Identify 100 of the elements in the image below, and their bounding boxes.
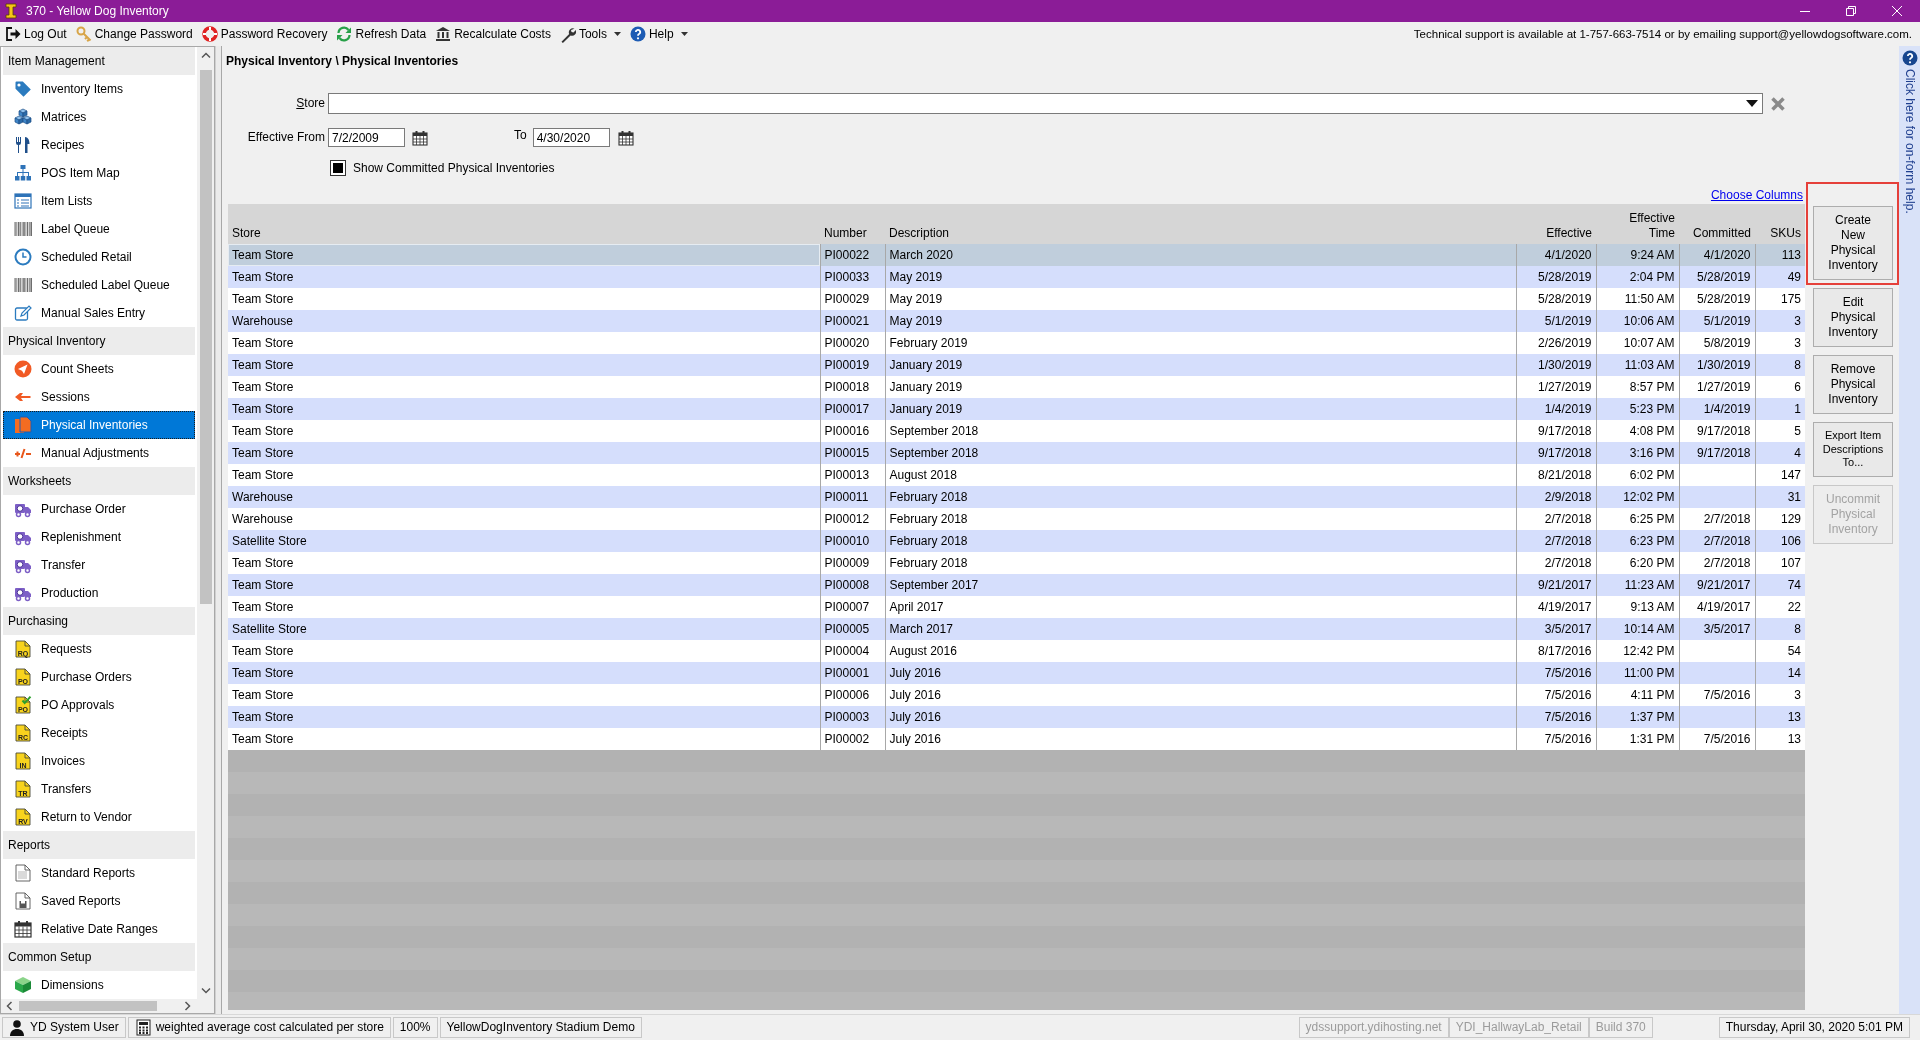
sidebar-item[interactable]: Recipes — [3, 131, 195, 159]
table-cell: July 2016 — [885, 728, 1516, 750]
table-row[interactable]: Team Store PI00008 September 2017 9/21/2017 11:23 AM 9/21/2017 74 — [228, 574, 1805, 596]
date-field[interactable]: 7/2/2009 — [328, 128, 405, 147]
table-row[interactable]: Team Store PI00016 September 2018 9/17/2018 4:08 PM 9/17/2018 5 — [228, 420, 1805, 442]
password-recovery-button[interactable]: Password Recovery — [198, 24, 331, 44]
sidebar-item[interactable]: Scheduled Label Queue — [3, 271, 195, 299]
section-header[interactable]: Reports — [3, 831, 195, 859]
help-link[interactable]: Click here for on-form help. — [1902, 69, 1917, 214]
recalculate-costs-button[interactable]: Recalculate Costs — [432, 24, 554, 44]
sidebar-item[interactable]: Transfer — [3, 551, 195, 579]
scrollbar[interactable] — [197, 47, 214, 999]
column-header[interactable]: Description — [885, 204, 1516, 244]
sidebar-item[interactable]: Physical Inventories — [3, 411, 195, 439]
chevron-right-icon[interactable] — [184, 1001, 192, 1011]
action-button[interactable]: Remove Physical Inventory — [1813, 355, 1893, 414]
calendar-icon[interactable] — [617, 129, 634, 146]
clear-icon[interactable] — [1770, 95, 1786, 112]
close-icon[interactable] — [1892, 6, 1902, 16]
sidebar-item[interactable]: Saved Reports — [3, 887, 195, 915]
column-header[interactable]: Committed — [1679, 204, 1755, 244]
sidebar-item[interactable]: Purchase Order — [3, 495, 195, 523]
date-field[interactable]: 4/30/2020 — [532, 128, 610, 147]
table-cell: Team Store — [228, 266, 820, 288]
sidebar-item[interactable]: Standard Reports — [3, 859, 195, 887]
chevron-left-icon[interactable] — [5, 1001, 13, 1011]
table-row[interactable]: Team Store PI00013 August 2018 8/21/2018 6:02 PM 147 — [228, 464, 1805, 486]
table-cell: Team Store — [228, 596, 820, 618]
hierarchy-icon — [14, 164, 32, 182]
sidebar-item[interactable]: Production — [3, 579, 195, 607]
table-row[interactable]: Team Store PI00019 January 2019 1/30/2019 11:03 AM 1/30/2019 8 — [228, 354, 1805, 376]
help-menu[interactable]: Help — [626, 24, 691, 44]
action-button[interactable]: Export Item Descriptions To... — [1813, 422, 1893, 477]
table-cell: January 2019 — [885, 398, 1516, 420]
column-header[interactable]: Effective Time — [1596, 204, 1679, 244]
log-out-button[interactable]: Log Out — [2, 24, 70, 44]
table-row[interactable]: Warehouse PI00021 May 2019 5/1/2019 10:06 AM 5/1/2019 3 — [228, 310, 1805, 332]
table-row[interactable]: Team Store PI00029 May 2019 5/28/2019 11:50 AM 5/28/2019 175 — [228, 288, 1805, 310]
table-row[interactable]: Team Store PI00004 August 2016 8/17/2016 12:42 PM 54 — [228, 640, 1805, 662]
scrollbar[interactable] — [1, 999, 214, 1013]
store-dropdown[interactable] — [328, 93, 1763, 114]
chevron-down-icon[interactable] — [200, 987, 211, 995]
table-row[interactable]: Satellite Store PI00005 March 2017 3/5/2017 10:14 AM 3/5/2017 8 — [228, 618, 1805, 640]
table-cell: 5/1/2019 — [1516, 310, 1596, 332]
cube-icon — [14, 976, 32, 994]
sidebar-item[interactable]: Manual Sales Entry — [3, 299, 195, 327]
sidebar-item[interactable]: Inventory Items — [3, 75, 195, 103]
change-password-button[interactable]: Change Password — [72, 24, 196, 44]
table-cell: January 2019 — [885, 376, 1516, 398]
sidebar-item[interactable]: Manual Adjustments — [3, 439, 195, 467]
sidebar-item[interactable]: Count Sheets — [3, 355, 195, 383]
table-row[interactable]: Team Store PI00003 July 2016 7/5/2016 1:37 PM 13 — [228, 706, 1805, 728]
sidebar-item[interactable]: Replenishment — [3, 523, 195, 551]
table-row[interactable]: Team Store PI00001 July 2016 7/5/2016 11:00 PM 14 — [228, 662, 1805, 684]
table-row[interactable]: Team Store PI00015 September 2018 9/17/2018 3:16 PM 9/17/2018 4 — [228, 442, 1805, 464]
table-row[interactable]: Satellite Store PI00010 February 2018 2/7/2018 6:23 PM 2/7/2018 106 — [228, 530, 1805, 552]
column-header[interactable]: Store — [228, 204, 820, 244]
table-cell: 10:14 AM — [1596, 618, 1679, 640]
sidebar-item[interactable]: Label Queue — [3, 215, 195, 243]
refresh-data-button[interactable]: Refresh Data — [333, 24, 430, 44]
action-button[interactable]: Edit Physical Inventory — [1813, 288, 1893, 347]
table-row[interactable]: Team Store PI00017 January 2019 1/4/2019 5:23 PM 1/4/2019 1 — [228, 398, 1805, 420]
table-row[interactable]: Team Store PI00007 April 2017 4/19/2017 9:13 AM 4/19/2017 22 — [228, 596, 1805, 618]
table-cell: September 2017 — [885, 574, 1516, 596]
sidebar-item[interactable]: Matrices — [3, 103, 195, 131]
checkbox[interactable] — [330, 160, 346, 176]
column-header[interactable]: SKUs — [1755, 204, 1805, 244]
table-row[interactable]: Team Store PI00002 July 2016 7/5/2016 1:31 PM 7/5/2016 13 — [228, 728, 1805, 750]
sidebar-item[interactable]: Scheduled Retail — [3, 243, 195, 271]
scroll-thumb[interactable] — [199, 70, 212, 604]
sidebar-item[interactable]: Item Lists — [3, 187, 195, 215]
scroll-thumb[interactable] — [19, 1001, 157, 1011]
table-row[interactable]: Team Store PI00018 January 2019 1/27/2019 8:57 PM 1/27/2019 6 — [228, 376, 1805, 398]
table-row[interactable]: Team Store PI00009 February 2018 2/7/2018 6:20 PM 2/7/2018 107 — [228, 552, 1805, 574]
section-header[interactable]: Common Setup — [3, 943, 195, 971]
table-row[interactable]: Team Store PI00022 March 2020 4/1/2020 9:24 AM 4/1/2020 113 — [228, 244, 1805, 266]
column-header[interactable]: Number — [820, 204, 885, 244]
table-row[interactable]: Team Store PI00020 February 2019 2/26/2019 10:07 AM 5/8/2019 3 — [228, 332, 1805, 354]
table-cell: 1/4/2019 — [1516, 398, 1596, 420]
calendar-icon[interactable] — [412, 129, 428, 146]
sidebar-item[interactable]: Sessions — [3, 383, 195, 411]
section-header[interactable]: Worksheets — [3, 467, 195, 495]
action-button[interactable]: Create New Physical Inventory — [1813, 206, 1893, 280]
column-header[interactable]: Effective — [1516, 204, 1596, 244]
table-row[interactable]: Team Store PI00006 July 2016 7/5/2016 4:11 PM 7/5/2016 3 — [228, 684, 1805, 706]
sidebar-item[interactable]: Relative Date Ranges — [3, 915, 195, 943]
chevron-up-icon[interactable] — [200, 51, 211, 59]
restore-icon[interactable] — [1846, 6, 1856, 16]
sidebar-item[interactable]: Dimensions — [3, 971, 195, 999]
section-header[interactable]: Purchasing — [3, 607, 195, 635]
choose-columns-link[interactable]: Choose Columns — [1710, 188, 1803, 204]
table-row[interactable]: Warehouse PI00012 February 2018 2/7/2018 6:25 PM 2/7/2018 129 — [228, 508, 1805, 530]
section-header[interactable]: Item Management — [3, 47, 195, 75]
help-icon[interactable] — [1901, 50, 1918, 66]
section-header[interactable]: Physical Inventory — [3, 327, 195, 355]
table-cell: Team Store — [228, 398, 820, 420]
table-row[interactable]: Warehouse PI00011 February 2018 2/9/2018 12:02 PM 31 — [228, 486, 1805, 508]
sidebar-item[interactable]: POS Item Map — [3, 159, 195, 187]
table-row[interactable]: Team Store PI00033 May 2019 5/28/2019 2:04 PM 5/28/2019 49 — [228, 266, 1805, 288]
tools-menu[interactable]: Tools — [556, 24, 624, 44]
